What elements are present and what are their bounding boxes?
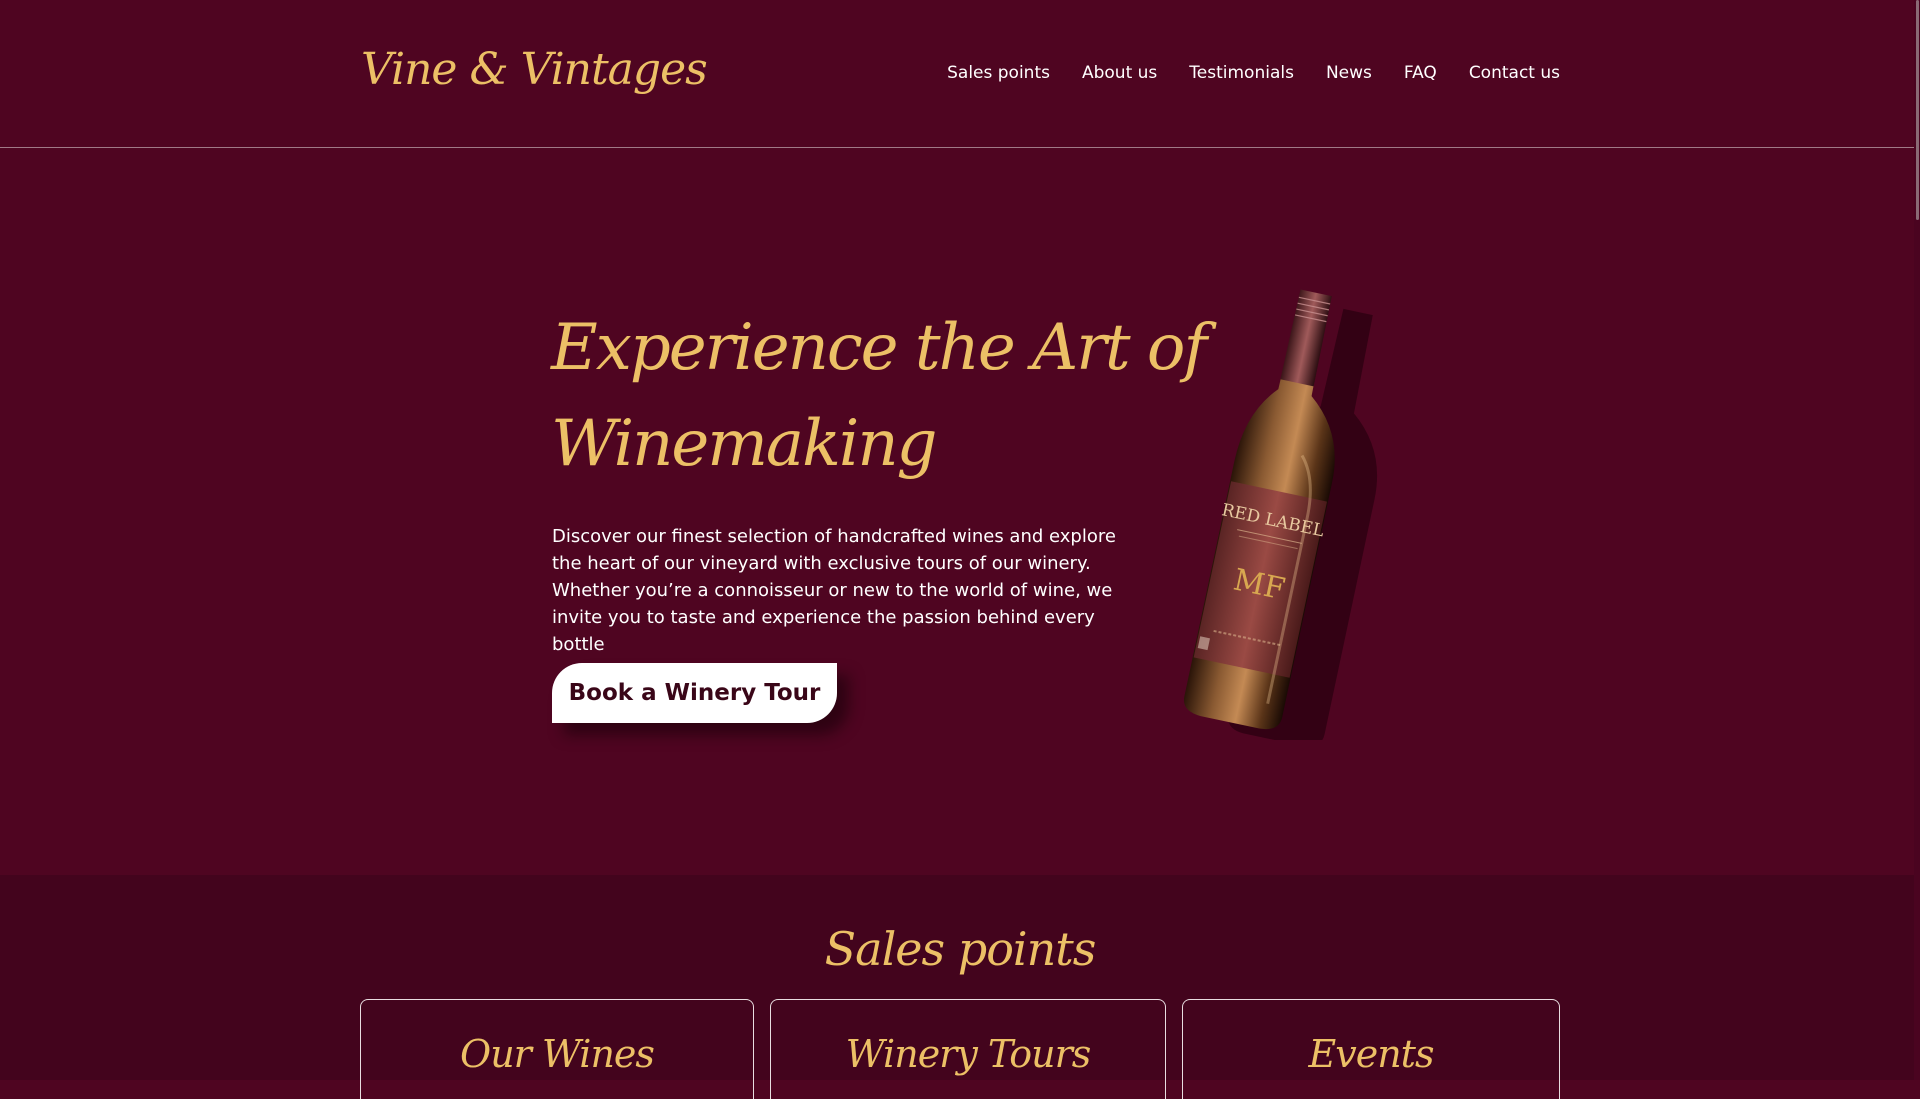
card-events[interactable]: Events bbox=[1182, 999, 1560, 1099]
sales-points-title: Sales points bbox=[824, 922, 1097, 976]
nav-item-faq[interactable]: FAQ bbox=[1404, 63, 1437, 83]
hero-title: Experience the Art of Winemaking bbox=[551, 300, 1207, 492]
nav-item-about-us[interactable]: About us bbox=[1082, 63, 1157, 83]
card-title: Our Wines bbox=[460, 1032, 655, 1076]
main-nav: Sales points About us Testimonials News … bbox=[947, 63, 1560, 83]
page-scrollbar[interactable] bbox=[1914, 0, 1920, 1080]
scrollbar-thumb[interactable] bbox=[1916, 0, 1919, 220]
brand-logo[interactable]: Vine & Vintages bbox=[361, 44, 708, 95]
hero-description: Discover our finest selection of handcra… bbox=[552, 526, 1116, 655]
nav-item-news[interactable]: News bbox=[1326, 63, 1372, 83]
nav-item-contact-us[interactable]: Contact us bbox=[1469, 63, 1560, 83]
card-title: Winery Tours bbox=[845, 1032, 1092, 1076]
hero-title-line-2: Winemaking bbox=[551, 407, 938, 481]
site-header: Vine & Vintages Sales points About us Te… bbox=[0, 0, 1914, 148]
hero-title-line-1: Experience the Art of bbox=[551, 311, 1207, 385]
card-title: Events bbox=[1308, 1032, 1435, 1076]
book-winery-tour-button[interactable]: Book a Winery Tour bbox=[552, 663, 837, 723]
nav-item-testimonials[interactable]: Testimonials bbox=[1189, 63, 1294, 83]
wine-bottle-image: RED LABEL MF bbox=[1150, 270, 1390, 747]
card-winery-tours[interactable]: Winery Tours bbox=[770, 999, 1166, 1099]
card-our-wines[interactable]: Our Wines bbox=[360, 999, 754, 1099]
nav-item-sales-points[interactable]: Sales points bbox=[947, 63, 1050, 83]
